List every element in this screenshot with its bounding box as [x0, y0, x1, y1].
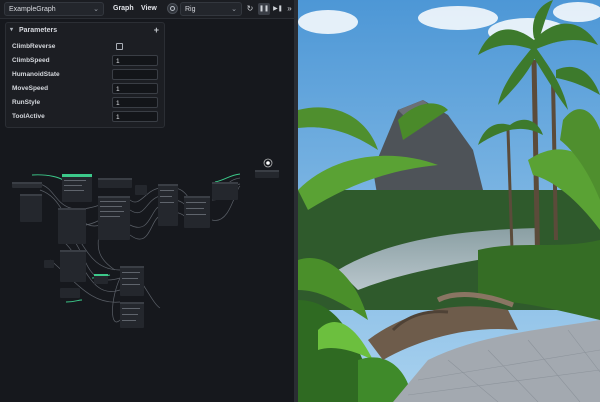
runstyle-input[interactable]: 1: [112, 97, 158, 108]
chevron-down-icon: ⌄: [231, 6, 237, 13]
graph-node[interactable]: [212, 182, 238, 200]
param-label: ClimbSpeed: [12, 57, 50, 64]
graph-node[interactable]: [60, 288, 80, 298]
menu-graph[interactable]: Graph: [113, 2, 134, 16]
graph-node[interactable]: [135, 185, 147, 195]
chevron-down-icon[interactable]: ▾: [10, 23, 13, 38]
node-graph-canvas[interactable]: [0, 130, 296, 402]
rig-label: Rig: [185, 6, 196, 13]
step-forward-icon: ▶❚: [273, 6, 283, 12]
param-row-climbreverse: ClimbReverse: [6, 40, 164, 53]
cursor-icon: [263, 158, 273, 168]
toolactive-input[interactable]: 1: [112, 111, 158, 122]
graph-node[interactable]: [12, 182, 42, 188]
game-viewport[interactable]: [298, 0, 600, 402]
param-label: HumanoidState: [12, 71, 60, 78]
refresh-button[interactable]: ↻: [244, 3, 256, 15]
target-icon[interactable]: [167, 3, 178, 14]
add-parameter-button[interactable]: +: [154, 23, 159, 38]
param-row-runstyle: RunStyle 1: [6, 96, 164, 109]
graph-node[interactable]: [60, 250, 86, 282]
param-label: ToolActive: [12, 113, 45, 120]
graph-node[interactable]: [62, 174, 92, 202]
pause-button[interactable]: ❚❚: [258, 3, 270, 15]
rig-dropdown[interactable]: Rig ⌄: [180, 2, 242, 16]
graph-node[interactable]: [98, 196, 130, 240]
graph-node[interactable]: [98, 178, 132, 188]
step-button[interactable]: ▶❚: [272, 3, 284, 15]
graph-node[interactable]: [255, 170, 279, 178]
pause-icon: ❚❚: [258, 6, 270, 12]
graph-node[interactable]: [94, 274, 108, 284]
more-button[interactable]: »: [285, 3, 294, 15]
parameters-panel: ▾ Parameters + ClimbReverse ClimbSpeed 1…: [5, 22, 165, 128]
param-row-movespeed: MoveSpeed 1: [6, 82, 164, 95]
graph-name-dropdown[interactable]: ExampleGraph ⌄: [4, 2, 104, 16]
movespeed-input[interactable]: 1: [112, 83, 158, 94]
graph-name-label: ExampleGraph: [9, 6, 56, 13]
param-row-humanoidstate: HumanoidState: [6, 68, 164, 81]
graph-node[interactable]: [44, 260, 54, 268]
parameters-header[interactable]: ▾ Parameters +: [6, 23, 164, 38]
chevron-down-icon: ⌄: [93, 6, 99, 13]
humanoidstate-input[interactable]: [112, 69, 158, 80]
param-row-toolactive: ToolActive 1: [6, 110, 164, 123]
jungle-scene: [298, 0, 600, 402]
param-label: ClimbReverse: [12, 43, 56, 50]
graph-node[interactable]: [20, 194, 42, 222]
climbreverse-checkbox[interactable]: [116, 43, 123, 50]
parameters-title: Parameters: [19, 27, 58, 34]
graph-node[interactable]: [184, 196, 210, 228]
param-label: RunStyle: [12, 99, 41, 106]
graph-nodes: [12, 170, 279, 328]
menu-view[interactable]: View: [141, 2, 157, 16]
refresh-icon: ↻: [246, 4, 254, 13]
param-row-climbspeed: ClimbSpeed 1: [6, 54, 164, 67]
graph-editor-panel: ExampleGraph ⌄ Graph View Rig ⌄ ↻ ❚❚ ▶❚ …: [0, 0, 296, 402]
climbspeed-input[interactable]: 1: [112, 55, 158, 66]
graph-node[interactable]: [58, 208, 86, 244]
more-icon: »: [287, 4, 292, 13]
param-label: MoveSpeed: [12, 85, 49, 92]
editor-toolbar: ExampleGraph ⌄ Graph View Rig ⌄ ↻ ❚❚ ▶❚ …: [0, 0, 296, 19]
graph-node[interactable]: [120, 266, 144, 296]
